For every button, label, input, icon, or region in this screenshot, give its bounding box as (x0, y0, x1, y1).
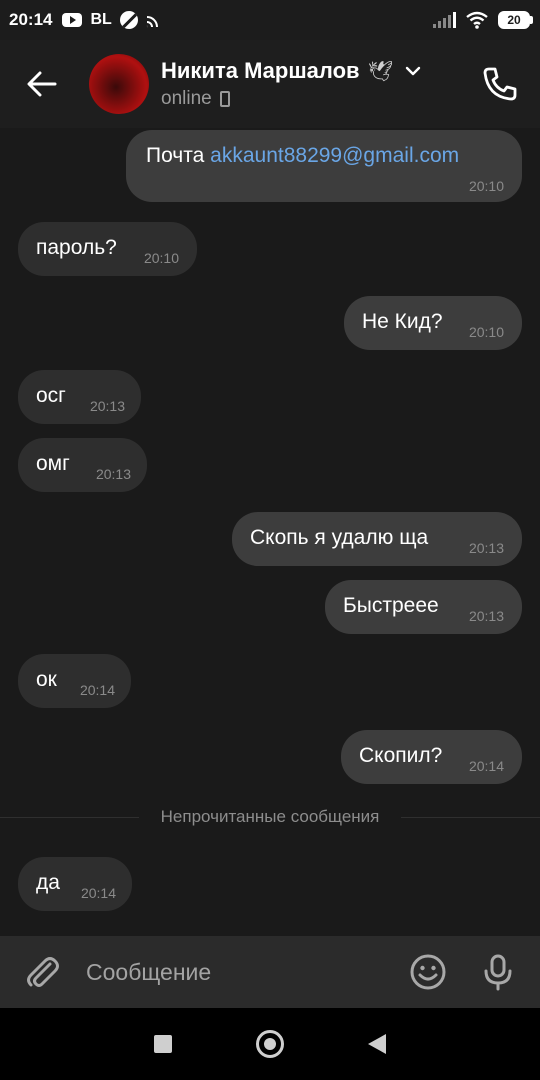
message-text: да (36, 871, 60, 894)
message-time: 20:13 (468, 540, 504, 556)
message-text: Не Кид? (362, 310, 443, 333)
voice-message-button[interactable] (478, 952, 518, 992)
emoji-icon (410, 954, 446, 990)
contact-info[interactable]: Никита Маршалов 🕊 online (161, 58, 421, 110)
message-time: 20:10 (468, 178, 504, 194)
avatar[interactable] (89, 54, 149, 114)
status-right-icons: 20 (433, 0, 533, 40)
unread-divider-label: Непрочитанные сообщения (160, 807, 380, 826)
message-time: 20:14 (468, 758, 504, 774)
message-composer (0, 936, 540, 1008)
contact-status: online (161, 88, 212, 109)
contact-name: Никита Маршалов (161, 58, 360, 83)
message-bubble-outgoing[interactable]: Скопил? 20:14 (341, 730, 522, 784)
mobile-device-icon (219, 91, 230, 107)
arrow-left-icon (27, 71, 57, 97)
message-bubble-incoming[interactable]: пароль? 20:10 (18, 222, 197, 276)
chevron-down-icon[interactable] (405, 63, 421, 79)
message-text: Скопь я удалю ща (250, 526, 429, 549)
emoji-button[interactable] (408, 952, 448, 992)
email-link[interactable]: akkaunt88299@gmail.com (210, 144, 459, 167)
message-text: Быстреее (343, 594, 439, 617)
message-bubble-outgoing[interactable]: Быстреее 20:13 (325, 580, 522, 634)
message-input[interactable] (84, 951, 388, 993)
youtube-icon (62, 13, 83, 27)
message-bubble-outgoing[interactable]: Не Кид? 20:10 (344, 296, 522, 350)
message-time: 20:14 (80, 885, 116, 901)
blocked-icon (119, 11, 138, 29)
message-text: осг (36, 384, 66, 407)
message-bubble-outgoing[interactable]: Скопь я удалю ща 20:13 (232, 512, 522, 566)
message-text: пароль? (36, 236, 117, 259)
wifi-icon (466, 11, 488, 29)
attach-button[interactable] (22, 952, 62, 992)
microphone-icon (484, 954, 512, 991)
message-text: Скопил? (359, 744, 443, 767)
message-bubble-incoming[interactable]: осг 20:13 (18, 370, 141, 424)
message-bubble-incoming[interactable]: ок 20:14 (18, 654, 131, 708)
status-left-icons: BL (62, 11, 161, 29)
message-time: 20:10 (143, 250, 179, 266)
signal-icon (433, 12, 456, 28)
battery-icon: 20 (498, 11, 533, 29)
phone-icon (483, 67, 517, 101)
message-time: 20:14 (79, 682, 115, 698)
message-bubble-outgoing[interactable]: Почта akkaunt88299@gmail.com 20:10 (126, 130, 522, 202)
call-button[interactable] (480, 64, 520, 104)
message-time: 20:13 (89, 398, 125, 414)
message-bubble-incoming[interactable]: омг 20:13 (18, 438, 147, 492)
message-text: ок (36, 668, 57, 691)
message-text: Почта (146, 144, 211, 167)
message-time: 20:13 (468, 608, 504, 624)
paperclip-icon (27, 957, 59, 987)
home-button[interactable] (256, 1030, 284, 1058)
recents-button[interactable] (154, 1035, 172, 1053)
status-time: 20:14 (9, 10, 53, 29)
message-list[interactable]: Почта akkaunt88299@gmail.com 20:10 парол… (0, 128, 540, 936)
message-text: омг (36, 452, 70, 475)
carrier-badge: BL (90, 11, 112, 28)
dove-icon: 🕊 (367, 60, 393, 83)
message-time: 20:13 (95, 466, 131, 482)
status-bar: 20:14 BL 20 (0, 0, 540, 40)
system-back-button[interactable] (368, 1034, 386, 1054)
unread-divider: Непрочитанные сообщения (0, 806, 540, 828)
cast-icon (146, 16, 158, 28)
back-button[interactable] (22, 64, 62, 104)
message-bubble-incoming[interactable]: да 20:14 (18, 857, 132, 911)
message-time: 20:10 (468, 324, 504, 340)
chat-header: Никита Маршалов 🕊 online (0, 40, 540, 128)
system-nav-bar (0, 1008, 540, 1080)
